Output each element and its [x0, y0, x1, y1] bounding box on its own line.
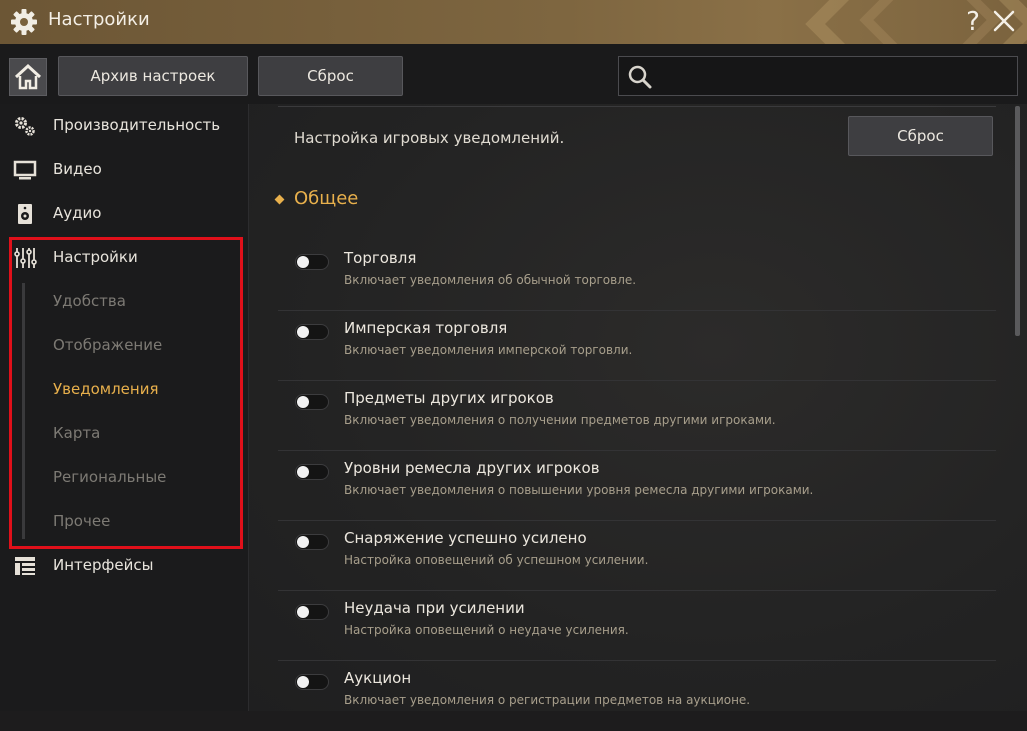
highlight-annotation-box: [9, 237, 243, 549]
reset-notifications-button[interactable]: Сброс: [848, 116, 993, 156]
setting-row-other-players-items: Предметы других игроков Включает уведомл…: [278, 381, 996, 451]
setting-title: Уровни ремесла других игроков: [344, 459, 600, 477]
toggle-knob: [297, 536, 309, 548]
divider: [278, 106, 996, 107]
speaker-icon: [18, 204, 32, 224]
toggle-knob: [297, 326, 309, 338]
search-icon: [628, 65, 652, 89]
toggle-switch[interactable]: [295, 394, 329, 410]
setting-description: Включает уведомления о регистрации предм…: [344, 693, 751, 707]
sidebar-item-audio[interactable]: Аудио: [0, 194, 248, 234]
setting-description: Настройка оповещений об успешном усилени…: [344, 553, 649, 567]
sidebar-item-interfaces[interactable]: Интерфейсы: [0, 546, 248, 586]
setting-title: Имперская торговля: [344, 319, 508, 337]
toggle-knob: [297, 676, 309, 688]
toggle-knob: [297, 466, 309, 478]
content-scrollbar[interactable]: [1015, 106, 1020, 336]
window-title: Настройки: [48, 9, 150, 30]
setting-description: Включает уведомления имперской торговли.: [344, 343, 633, 357]
toggle-switch[interactable]: [295, 324, 329, 340]
monitor-icon: [13, 160, 37, 180]
sidebar-item-video[interactable]: Видео: [0, 150, 248, 190]
toggle-knob: [297, 256, 309, 268]
setting-title: Аукцион: [344, 669, 412, 687]
sidebar-item-label: Аудио: [53, 204, 102, 222]
performance-gears-icon: [15, 117, 35, 136]
section-title: Общее: [294, 188, 359, 209]
page-description: Настройка игровых уведомлений.: [294, 129, 565, 147]
setting-description: Настройка оповещений о неудаче усиления.: [344, 623, 629, 637]
toggle-knob: [297, 396, 309, 408]
sidebar-item-label: Производительность: [53, 116, 221, 134]
setting-description: Включает уведомления об обычной торговле…: [344, 273, 637, 287]
sidebar-item-label: Интерфейсы: [53, 556, 154, 574]
svg-text:?: ?: [966, 7, 980, 36]
setting-row-craft-levels: Уровни ремесла других игроков Включает у…: [278, 451, 996, 521]
toggle-knob: [297, 606, 309, 618]
setting-description: Включает уведомления о повышении уровня …: [344, 483, 814, 497]
close-icon[interactable]: [991, 8, 1017, 34]
toggle-switch[interactable]: [295, 604, 329, 620]
home-button[interactable]: [9, 58, 47, 96]
reset-button[interactable]: Сброс: [258, 56, 403, 96]
home-icon: [14, 63, 42, 90]
toggle-switch[interactable]: [295, 534, 329, 550]
search-box[interactable]: [618, 56, 1018, 96]
toggle-switch[interactable]: [295, 674, 329, 690]
interface-layout-icon: [15, 557, 35, 575]
sidebar-item-performance[interactable]: Производительность: [0, 106, 248, 146]
help-button[interactable]: ?: [961, 6, 985, 36]
setting-title: Предметы других игроков: [344, 389, 554, 407]
sidebar-item-label: Видео: [53, 160, 102, 178]
setting-row-imperial-trade: Имперская торговля Включает уведомления …: [278, 311, 996, 381]
setting-row-enhance-success: Снаряжение успешно усилено Настройка опо…: [278, 521, 996, 591]
setting-title: Снаряжение успешно усилено: [344, 529, 587, 547]
setting-row-auction: Аукцион Включает уведомления о регистрац…: [278, 661, 996, 731]
title-bar: [0, 0, 1027, 44]
setting-title: Неудача при усилении: [344, 599, 525, 617]
toggle-switch[interactable]: [295, 464, 329, 480]
setting-title: Торговля: [344, 249, 417, 267]
settings-archive-button[interactable]: Архив настроек: [58, 56, 248, 96]
setting-description: Включает уведомления о получении предмет…: [344, 413, 776, 427]
setting-row-enhance-fail: Неудача при усилении Настройка оповещени…: [278, 591, 996, 661]
setting-row-trade: Торговля Включает уведомления об обычной…: [278, 241, 996, 311]
search-input[interactable]: [659, 63, 1013, 91]
toggle-switch[interactable]: [295, 254, 329, 270]
gear-icon: [11, 9, 37, 35]
